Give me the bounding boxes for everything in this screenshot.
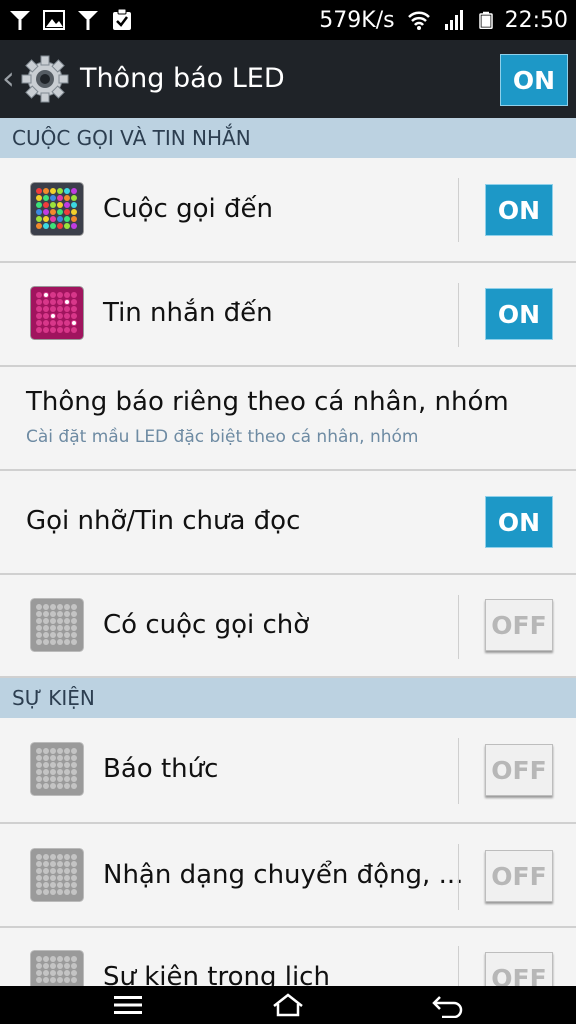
divider xyxy=(458,946,459,986)
list-item-label: Tin nhắn đến xyxy=(103,298,273,328)
divider xyxy=(458,738,459,804)
list-item-sublabel: Cài đặt mầu LED đặc biệt theo cá nhân, n… xyxy=(26,427,419,447)
clipboard-check-icon xyxy=(113,8,131,30)
list-item-incoming-call[interactable]: Cuộc gọi đến ON xyxy=(0,158,576,263)
list-item-incoming-message[interactable]: Tin nhắn đến ON xyxy=(0,263,576,367)
section-header-calls: CUỘC GỌI VÀ TIN NHẮN xyxy=(0,118,576,158)
menu-icon[interactable] xyxy=(110,992,146,1018)
divider xyxy=(458,178,459,242)
list-item-motion-detection[interactable]: Nhận dạng chuyển động, ... OFF xyxy=(0,824,576,928)
section-header-events: SỰ KIỆN xyxy=(0,678,576,718)
settings-list: CUỘC GỌI VÀ TIN NHẮN Cuộc gọi đến ON Tin… xyxy=(0,118,576,986)
image-icon xyxy=(43,10,65,30)
divider xyxy=(458,283,459,347)
cell-signal-icon xyxy=(444,10,463,30)
divider xyxy=(458,844,459,910)
list-item-label: Có cuộc gọi chờ xyxy=(103,610,310,640)
list-item-label: Thông báo riêng theo cá nhân, nhóm xyxy=(26,387,509,417)
network-speed: 579K/s xyxy=(319,7,395,33)
list-item-label: Sự kiện trong lịch xyxy=(103,962,330,986)
list-item-label: Gọi nhỡ/Tin chưa đọc xyxy=(26,506,301,536)
list-item-custom-notification[interactable]: Thông báo riêng theo cá nhân, nhóm Cài đ… xyxy=(0,367,576,471)
magenta-led-grid-icon xyxy=(30,286,84,340)
back-chevron-icon[interactable]: ‹ xyxy=(2,58,15,98)
toggle-switch[interactable]: ON xyxy=(485,496,553,548)
action-bar: ‹ Thông báo LED ON xyxy=(0,40,576,118)
toggle-switch[interactable]: OFF xyxy=(485,952,553,986)
home-icon[interactable] xyxy=(270,992,306,1018)
gray-led-grid-icon xyxy=(30,848,84,902)
colorful-led-grid-icon xyxy=(30,182,84,236)
battery-icon xyxy=(478,11,493,29)
gray-led-grid-icon xyxy=(30,598,84,652)
navigation-bar xyxy=(0,986,576,1024)
list-item-label: Cuộc gọi đến xyxy=(103,194,273,224)
gray-led-grid-icon xyxy=(30,742,84,796)
wifi-icon xyxy=(407,11,430,30)
divider xyxy=(458,595,459,659)
list-item-call-waiting[interactable]: Có cuộc gọi chờ OFF xyxy=(0,575,576,678)
list-item-label: Nhận dạng chuyển động, ... xyxy=(103,860,464,890)
status-right: 579K/s 22:50 xyxy=(319,0,568,40)
status-left-icons xyxy=(8,0,134,40)
list-item-missed-unread[interactable]: Gọi nhỡ/Tin chưa đọc ON xyxy=(0,471,576,575)
clock: 22:50 xyxy=(504,7,568,33)
wifi-signal-icon xyxy=(78,11,98,30)
toggle-switch[interactable]: OFF xyxy=(485,599,553,651)
back-icon[interactable] xyxy=(430,992,466,1018)
list-item-calendar-events[interactable]: Sự kiện trong lịch OFF xyxy=(0,928,576,986)
toggle-switch[interactable]: ON xyxy=(485,184,553,236)
settings-gear-icon[interactable] xyxy=(20,54,70,104)
master-toggle[interactable]: ON xyxy=(500,54,568,106)
toggle-switch[interactable]: OFF xyxy=(485,744,553,796)
wifi-signal-icon xyxy=(10,11,30,30)
toggle-switch[interactable]: ON xyxy=(485,288,553,340)
list-item-alarm[interactable]: Báo thức OFF xyxy=(0,718,576,824)
page-title: Thông báo LED xyxy=(80,63,285,94)
toggle-switch[interactable]: OFF xyxy=(485,850,553,902)
status-bar: 579K/s 22:50 xyxy=(0,0,576,40)
list-item-label: Báo thức xyxy=(103,754,219,784)
gray-led-grid-icon xyxy=(30,950,84,986)
